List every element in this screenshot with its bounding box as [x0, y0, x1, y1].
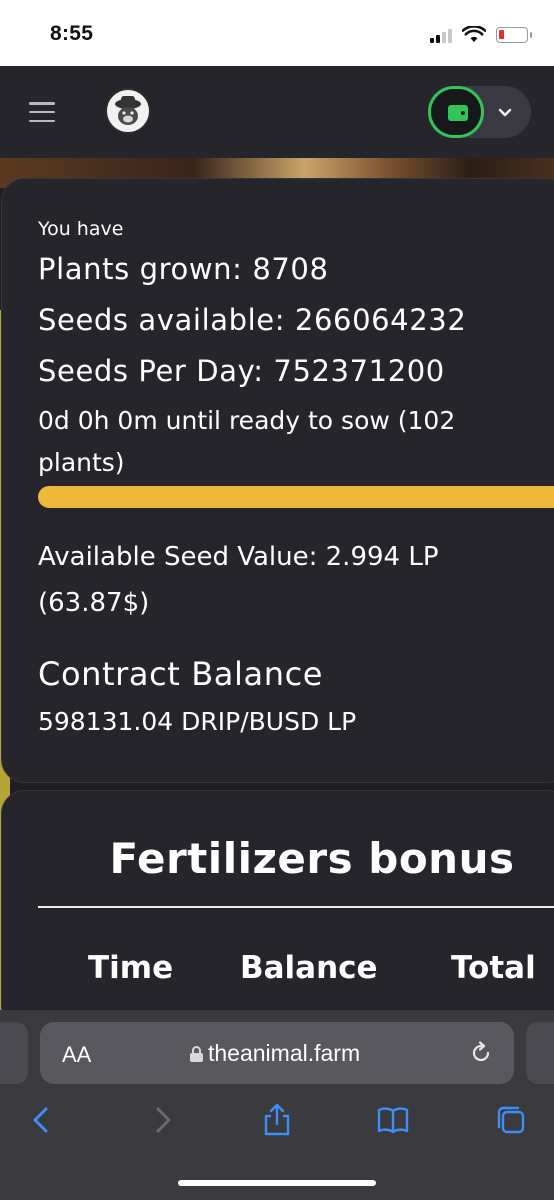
seeds-available: Seeds available: 266064232 [38, 303, 467, 337]
lock-icon [190, 1045, 203, 1062]
reader-options-button[interactable]: AA [62, 1042, 91, 1068]
animal-farm-logo[interactable] [105, 88, 151, 134]
back-icon[interactable] [25, 1103, 59, 1137]
url-display[interactable]: theanimal.farm [190, 1040, 360, 1067]
plants-grown: Plants grown: 8708 [38, 252, 329, 286]
url-text: theanimal.farm [208, 1040, 361, 1066]
you-have-label: You have [38, 218, 124, 240]
column-header-total: Total [451, 950, 536, 986]
seeds-per-day: Seeds Per Day: 752371200 [38, 354, 445, 388]
chevron-down-icon[interactable] [495, 102, 515, 122]
status-icons [430, 26, 532, 43]
bookmarks-icon[interactable] [376, 1103, 410, 1137]
previous-tab-preview[interactable] [0, 1022, 28, 1084]
next-tab-preview[interactable] [526, 1022, 554, 1084]
wallet-menu[interactable] [428, 86, 531, 138]
aa-label: AA [62, 1042, 92, 1067]
column-header-time: Time [88, 950, 174, 986]
sow-progress-bar [38, 486, 554, 508]
status-time: 8:55 [50, 22, 94, 45]
tabs-icon[interactable] [494, 1103, 528, 1137]
reload-icon[interactable] [468, 1040, 494, 1066]
battery-icon [496, 26, 532, 43]
contract-balance-title: Contract Balance [38, 655, 324, 693]
divider [38, 906, 554, 908]
cellular-signal-icon [430, 27, 452, 43]
forward-icon[interactable] [145, 1103, 179, 1137]
app-header [0, 66, 554, 158]
available-seed-value: Available Seed Value: 2.994 LP (63.87$) [38, 542, 439, 618]
wallet-icon [448, 105, 468, 121]
fertilizers-title: Fertilizers bonus [109, 834, 515, 883]
share-icon[interactable] [260, 1103, 294, 1137]
sow-countdown: 0d 0h 0m until ready to sow (102 plants) [38, 406, 456, 477]
status-bar: 8:55 [0, 0, 554, 66]
wifi-icon [462, 26, 486, 42]
fertilizers-card [1, 790, 554, 1030]
column-header-balance: Balance [240, 950, 378, 986]
hamburger-icon[interactable] [29, 102, 55, 122]
home-indicator [178, 1180, 376, 1186]
contract-balance-value: 598131.04 DRIP/BUSD LP [38, 707, 357, 736]
wallet-button[interactable] [428, 86, 484, 138]
